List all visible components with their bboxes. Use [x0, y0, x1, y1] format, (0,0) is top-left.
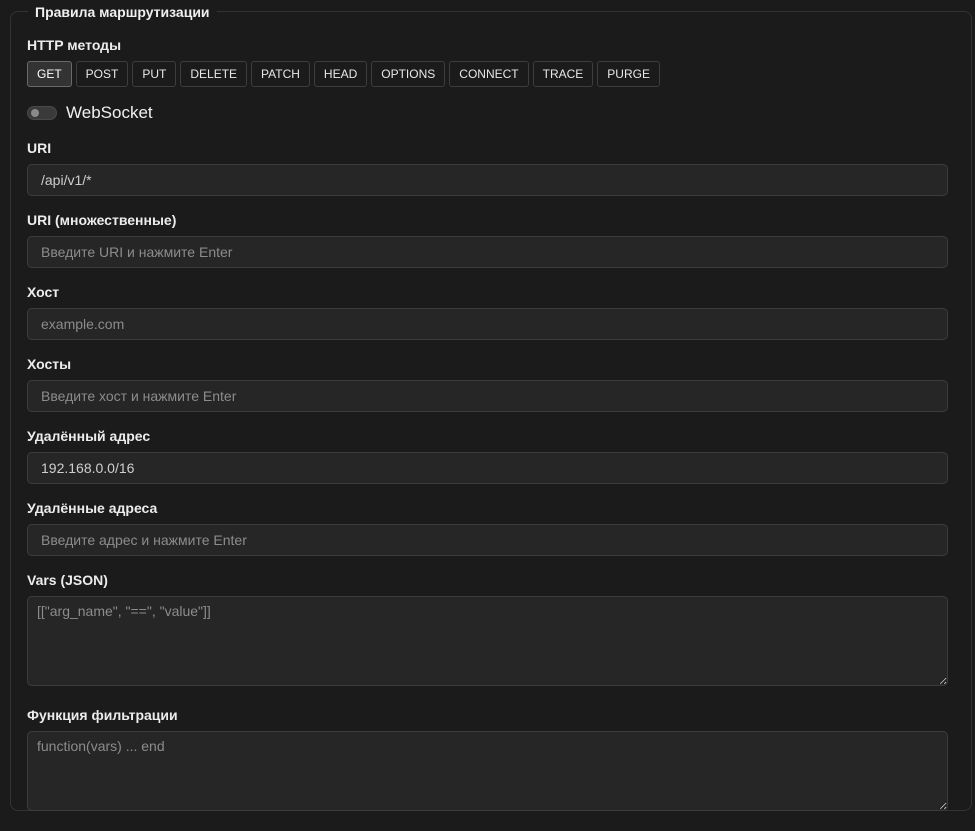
vars-field: Vars (JSON)	[27, 571, 948, 691]
uris-field: URI (множественные)	[27, 211, 948, 268]
method-button-post[interactable]: POST	[75, 61, 129, 87]
vars-textarea[interactable]	[27, 596, 948, 686]
filter-func-field: Функция фильтрации	[27, 706, 948, 816]
hosts-field: Хосты	[27, 355, 948, 412]
host-input[interactable]	[27, 308, 948, 340]
method-button-patch[interactable]: PATCH	[251, 61, 310, 87]
uri-input[interactable]	[27, 164, 948, 196]
http-methods-label: HTTP методы	[27, 37, 122, 53]
remote-addr-field: Удалённый адрес	[27, 427, 948, 484]
method-button-put[interactable]: PUT	[132, 61, 177, 87]
remote-addr-label: Удалённый адрес	[27, 428, 151, 444]
routing-rules-title: Правила маршрутизации	[28, 3, 217, 21]
host-label: Хост	[27, 284, 60, 300]
uris-input[interactable]	[27, 236, 948, 268]
hosts-label: Хосты	[27, 356, 72, 372]
websocket-toggle[interactable]	[27, 106, 57, 120]
hosts-input[interactable]	[27, 380, 948, 412]
vars-label: Vars (JSON)	[27, 572, 108, 588]
method-button-trace[interactable]: TRACE	[532, 61, 594, 87]
uris-label: URI (множественные)	[27, 212, 177, 228]
method-button-get[interactable]: GET	[27, 61, 72, 87]
remote-addrs-input[interactable]	[27, 524, 948, 556]
http-methods-group: GET POST PUT DELETE PATCH HEAD OPTIONS CONNECT T…	[27, 61, 948, 87]
websocket-row: WebSocket	[27, 103, 948, 123]
method-button-delete[interactable]: DELETE	[180, 61, 248, 87]
websocket-label: WebSocket	[66, 103, 153, 122]
websocket-toggle-knob	[31, 109, 39, 117]
filter-func-textarea[interactable]	[27, 731, 948, 811]
remote-addr-input[interactable]	[27, 452, 948, 484]
method-button-connect[interactable]: CONNECT	[449, 61, 529, 87]
method-button-options[interactable]: OPTIONS	[371, 61, 446, 87]
remote-addrs-label: Удалённые адреса	[27, 500, 158, 516]
method-button-head[interactable]: HEAD	[313, 61, 368, 87]
uri-field: URI	[27, 139, 948, 196]
routing-rules-form: HTTP методы GET POST PUT DELETE PATCH HEAD OPT…	[27, 36, 948, 831]
filter-func-label: Функция фильтрации	[27, 707, 178, 723]
uri-label: URI	[27, 140, 52, 156]
remote-addrs-field: Удалённые адреса	[27, 499, 948, 556]
host-field: Хост	[27, 283, 948, 340]
method-button-purge[interactable]: PURGE	[597, 61, 660, 87]
